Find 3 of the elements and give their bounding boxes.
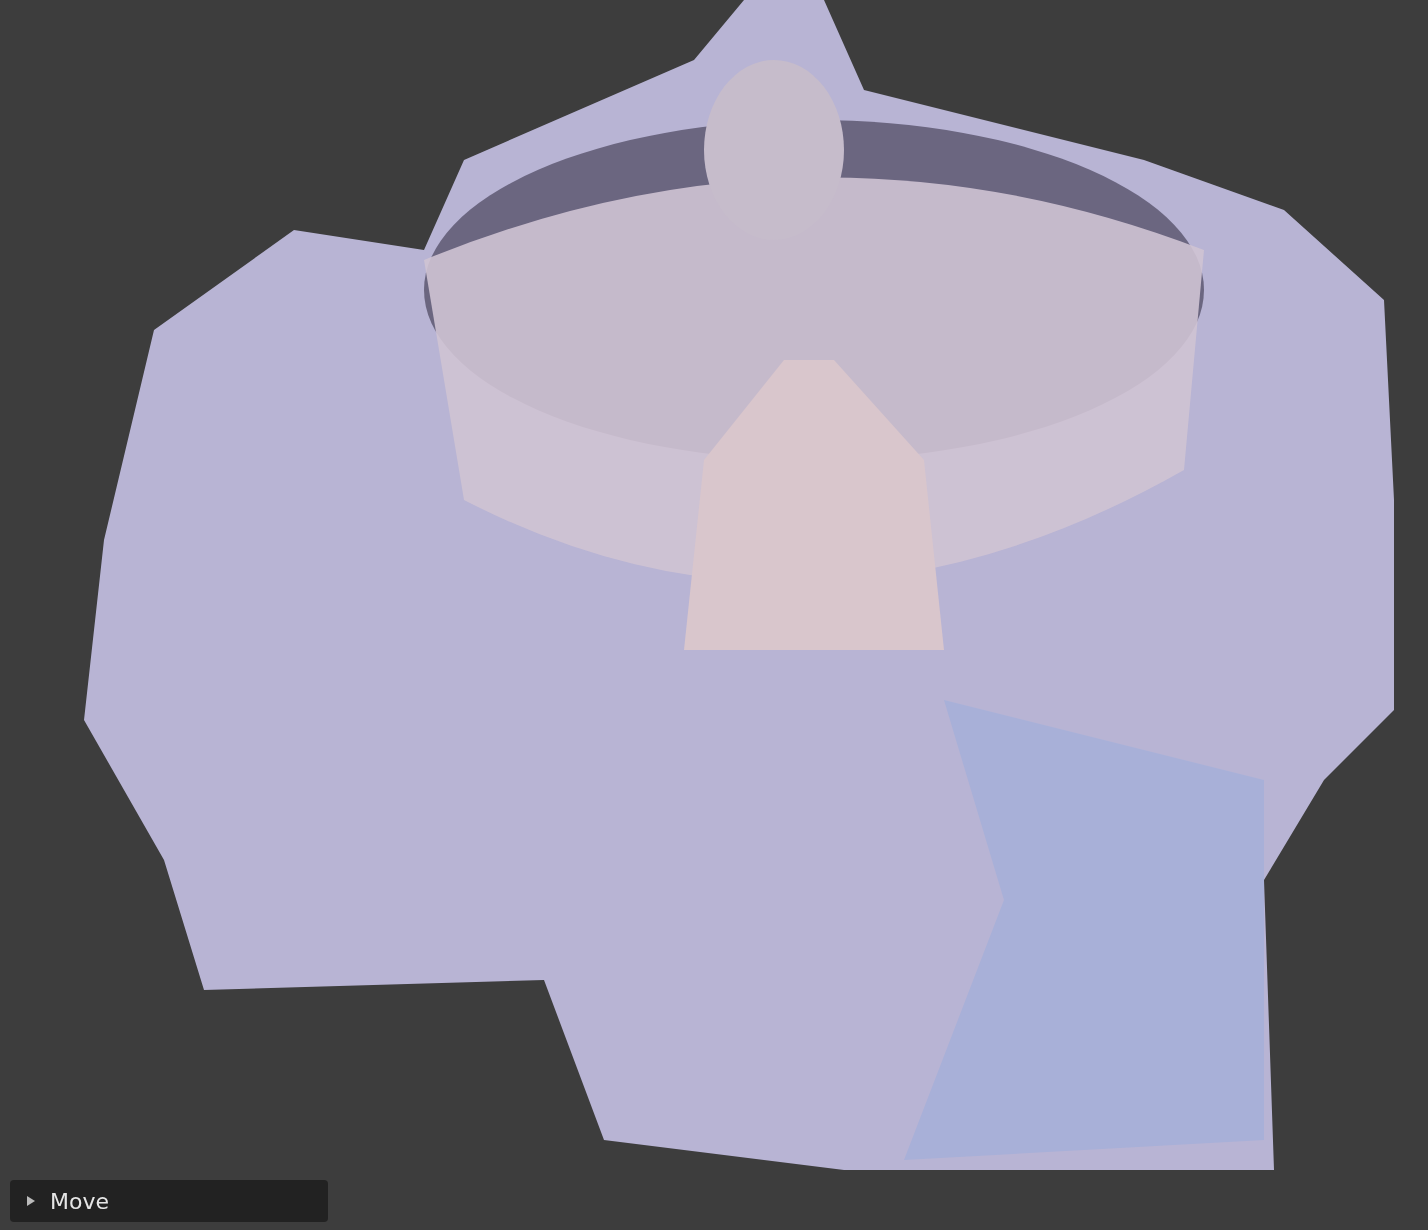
operator-name: Move	[50, 1188, 109, 1214]
disclosure-triangle-icon	[26, 1196, 36, 1206]
operator-panel-header[interactable]: Move	[10, 1180, 328, 1222]
